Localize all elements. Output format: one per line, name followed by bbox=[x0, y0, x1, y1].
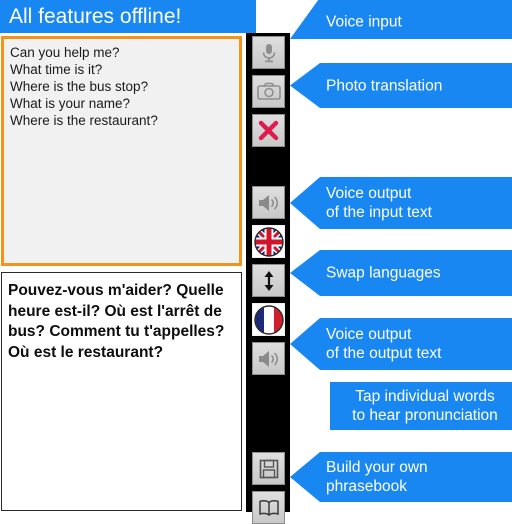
source-text-lines: Can you help me? What time is it? Where … bbox=[10, 44, 242, 129]
camera-icon bbox=[256, 82, 281, 101]
swap-languages-button[interactable] bbox=[252, 264, 285, 297]
target-language-button[interactable] bbox=[252, 303, 285, 336]
callout-label: Voice output of the input text bbox=[326, 185, 432, 221]
app-screenshot: All features offline! Can you help me? W… bbox=[0, 0, 512, 524]
speaker-output-icon bbox=[257, 349, 281, 369]
callout-voice-input: Voice input bbox=[290, 0, 512, 39]
source-line: Where is the bus stop? bbox=[10, 79, 149, 94]
callout-label: Tap individual words to hear pronunciati… bbox=[352, 388, 498, 424]
callout-label: Voice output of the output text bbox=[326, 326, 442, 362]
speaker-input-icon bbox=[257, 193, 281, 213]
callout-voice-output-input: Voice output of the input text bbox=[290, 177, 512, 229]
clear-x-icon bbox=[258, 120, 279, 141]
callout-label: Photo translation bbox=[326, 77, 443, 94]
speak-translation-button[interactable] bbox=[252, 342, 285, 375]
swap-arrows-icon bbox=[262, 270, 276, 292]
phrasebook-icon bbox=[258, 499, 280, 517]
callout-photo-translation: Photo translation bbox=[290, 63, 512, 108]
callout-swap-languages: Swap languages bbox=[290, 250, 512, 296]
callout-label: Build your own phrasebook bbox=[326, 459, 428, 495]
action-button-column bbox=[246, 33, 290, 524]
translator-app-screen: All features offline! Can you help me? W… bbox=[0, 0, 290, 524]
app-header-bar: All features offline! bbox=[0, 0, 256, 33]
voice-input-button[interactable] bbox=[252, 36, 285, 69]
callout-label: Swap languages bbox=[326, 264, 441, 282]
callout-voice-output-output: Voice output of the output text bbox=[290, 318, 512, 370]
source-language-button[interactable] bbox=[252, 225, 285, 258]
source-line: What time is it? bbox=[10, 62, 103, 77]
source-text-input[interactable]: Can you help me? What time is it? Where … bbox=[1, 36, 242, 266]
france-flag-icon bbox=[253, 304, 284, 335]
translated-text: Pouvez-vous m'aider? Quelle heure est-il… bbox=[8, 282, 225, 361]
clear-text-button[interactable] bbox=[252, 114, 285, 147]
save-floppy-icon bbox=[259, 459, 279, 479]
callout-label: Voice input bbox=[326, 13, 402, 31]
speak-source-button[interactable] bbox=[252, 186, 285, 219]
callout-phrasebook: Build your own phrasebook bbox=[290, 452, 512, 502]
callout-tap-words: Tap individual words to hear pronunciati… bbox=[330, 382, 512, 430]
source-line: Where is the restaurant? bbox=[10, 113, 158, 128]
microphone-icon bbox=[259, 42, 279, 64]
source-line: Can you help me? bbox=[10, 45, 120, 60]
save-phrase-button[interactable] bbox=[252, 452, 285, 485]
photo-translation-button[interactable] bbox=[252, 75, 285, 108]
source-line: What is your name? bbox=[10, 96, 131, 111]
translated-text-output[interactable]: Pouvez-vous m'aider? Quelle heure est-il… bbox=[1, 272, 242, 511]
phrasebook-button[interactable] bbox=[252, 491, 285, 524]
uk-flag-icon bbox=[253, 226, 284, 257]
page-title: All features offline! bbox=[9, 5, 182, 28]
